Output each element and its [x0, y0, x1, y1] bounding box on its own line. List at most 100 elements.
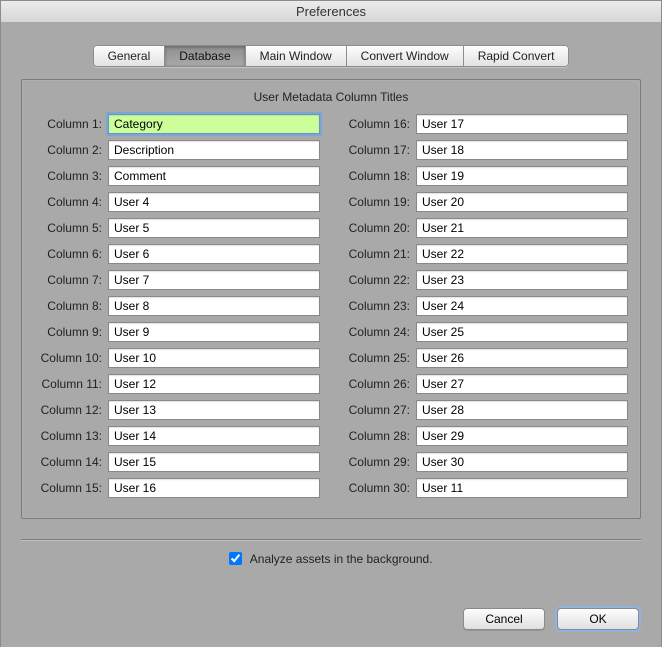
column-right-input-2[interactable]: [416, 140, 628, 160]
column-right-row-13: Column 28:: [342, 426, 628, 446]
column-left-label-9: Column 9:: [34, 325, 108, 339]
column-left-label-2: Column 2:: [34, 143, 108, 157]
column-left-row-15: Column 15:: [34, 478, 320, 498]
column-right-label-8: Column 23:: [342, 299, 416, 313]
column-right-input-15[interactable]: [416, 478, 628, 498]
column-left-label-15: Column 15:: [34, 481, 108, 495]
column-right-row-3: Column 18:: [342, 166, 628, 186]
column-right-label-7: Column 22:: [342, 273, 416, 287]
column-right-input-11[interactable]: [416, 374, 628, 394]
tab-main-window[interactable]: Main Window: [245, 45, 346, 67]
column-left-input-2[interactable]: [108, 140, 320, 160]
column-right-input-12[interactable]: [416, 400, 628, 420]
button-bar: Cancel OK: [463, 608, 639, 630]
column-right-label-4: Column 19:: [342, 195, 416, 209]
column-right-row-5: Column 20:: [342, 218, 628, 238]
column-left-label-5: Column 5:: [34, 221, 108, 235]
column-right-input-10[interactable]: [416, 348, 628, 368]
analyze-background-checkbox[interactable]: [229, 552, 242, 565]
column-right-row-2: Column 17:: [342, 140, 628, 160]
analyze-checkbox-row: Analyze assets in the background.: [1, 551, 661, 566]
column-left-row-11: Column 11:: [34, 374, 320, 394]
column-right-label-11: Column 26:: [342, 377, 416, 391]
cancel-button[interactable]: Cancel: [463, 608, 545, 630]
divider: [21, 539, 641, 541]
column-left-input-14[interactable]: [108, 452, 320, 472]
column-left-label-4: Column 4:: [34, 195, 108, 209]
column-left-row-1: Column 1:: [34, 114, 320, 134]
column-left-row-6: Column 6:: [34, 244, 320, 264]
column-left-label-12: Column 12:: [34, 403, 108, 417]
column-left-label-13: Column 13:: [34, 429, 108, 443]
column-right-input-1[interactable]: [416, 114, 628, 134]
column-right-input-5[interactable]: [416, 218, 628, 238]
column-right-row-4: Column 19:: [342, 192, 628, 212]
column-right-label-3: Column 18:: [342, 169, 416, 183]
tab-general[interactable]: General: [93, 45, 165, 67]
column-left-input-4[interactable]: [108, 192, 320, 212]
column-left-input-15[interactable]: [108, 478, 320, 498]
column-right-label-6: Column 21:: [342, 247, 416, 261]
column-right-input-4[interactable]: [416, 192, 628, 212]
column-left-input-8[interactable]: [108, 296, 320, 316]
database-panel: User Metadata Column Titles Column 1:Col…: [21, 79, 641, 519]
column-left-label-14: Column 14:: [34, 455, 108, 469]
column-left-row-14: Column 14:: [34, 452, 320, 472]
column-left-row-3: Column 3:: [34, 166, 320, 186]
column-left-label-3: Column 3:: [34, 169, 108, 183]
column-left-input-6[interactable]: [108, 244, 320, 264]
column-right-input-13[interactable]: [416, 426, 628, 446]
column-right-input-6[interactable]: [416, 244, 628, 264]
column-right-row-15: Column 30:: [342, 478, 628, 498]
section-title: User Metadata Column Titles: [34, 90, 628, 104]
window-body: GeneralDatabaseMain WindowConvert Window…: [1, 23, 661, 647]
column-right-input-3[interactable]: [416, 166, 628, 186]
column-right-label-10: Column 25:: [342, 351, 416, 365]
column-left-input-7[interactable]: [108, 270, 320, 290]
column-left-input-13[interactable]: [108, 426, 320, 446]
column-left-input-3[interactable]: [108, 166, 320, 186]
column-left-input-12[interactable]: [108, 400, 320, 420]
column-left-label-7: Column 7:: [34, 273, 108, 287]
column-left-input-9[interactable]: [108, 322, 320, 342]
column-right-row-11: Column 26:: [342, 374, 628, 394]
column-right-label-9: Column 24:: [342, 325, 416, 339]
column-left-label-1: Column 1:: [34, 117, 108, 131]
column-left-input-1[interactable]: [108, 114, 320, 134]
analyze-background-label[interactable]: Analyze assets in the background.: [250, 552, 433, 566]
column-right-label-2: Column 17:: [342, 143, 416, 157]
tab-database[interactable]: Database: [164, 45, 244, 67]
column-left-input-11[interactable]: [108, 374, 320, 394]
column-right-input-8[interactable]: [416, 296, 628, 316]
column-right-row-8: Column 23:: [342, 296, 628, 316]
column-left-input-5[interactable]: [108, 218, 320, 238]
column-left-row-7: Column 7:: [34, 270, 320, 290]
column-right-input-7[interactable]: [416, 270, 628, 290]
tab-convert-window[interactable]: Convert Window: [346, 45, 463, 67]
left-column-group: Column 1: Column 2: Column 3: Column 4: Colu…: [34, 114, 320, 504]
column-right-label-1: Column 16:: [342, 117, 416, 131]
column-right-row-6: Column 21:: [342, 244, 628, 264]
column-left-label-10: Column 10:: [34, 351, 108, 365]
column-right-label-12: Column 27:: [342, 403, 416, 417]
column-left-input-10[interactable]: [108, 348, 320, 368]
column-right-label-13: Column 28:: [342, 429, 416, 443]
column-right-input-9[interactable]: [416, 322, 628, 342]
column-right-label-15: Column 30:: [342, 481, 416, 495]
column-left-row-12: Column 12:: [34, 400, 320, 420]
column-right-input-14[interactable]: [416, 452, 628, 472]
column-right-row-10: Column 25:: [342, 348, 628, 368]
column-left-row-5: Column 5:: [34, 218, 320, 238]
column-right-row-1: Column 16:: [342, 114, 628, 134]
ok-button[interactable]: OK: [557, 608, 639, 630]
tab-rapid-convert[interactable]: Rapid Convert: [463, 45, 570, 67]
right-column-group: Column 16: Column 17: Column 18: Column 19:…: [342, 114, 628, 504]
column-left-row-8: Column 8:: [34, 296, 320, 316]
column-right-row-12: Column 27:: [342, 400, 628, 420]
column-right-label-5: Column 20:: [342, 221, 416, 235]
column-left-row-2: Column 2:: [34, 140, 320, 160]
column-left-row-10: Column 10:: [34, 348, 320, 368]
column-left-label-8: Column 8:: [34, 299, 108, 313]
column-left-label-11: Column 11:: [34, 377, 108, 391]
column-right-row-9: Column 24:: [342, 322, 628, 342]
